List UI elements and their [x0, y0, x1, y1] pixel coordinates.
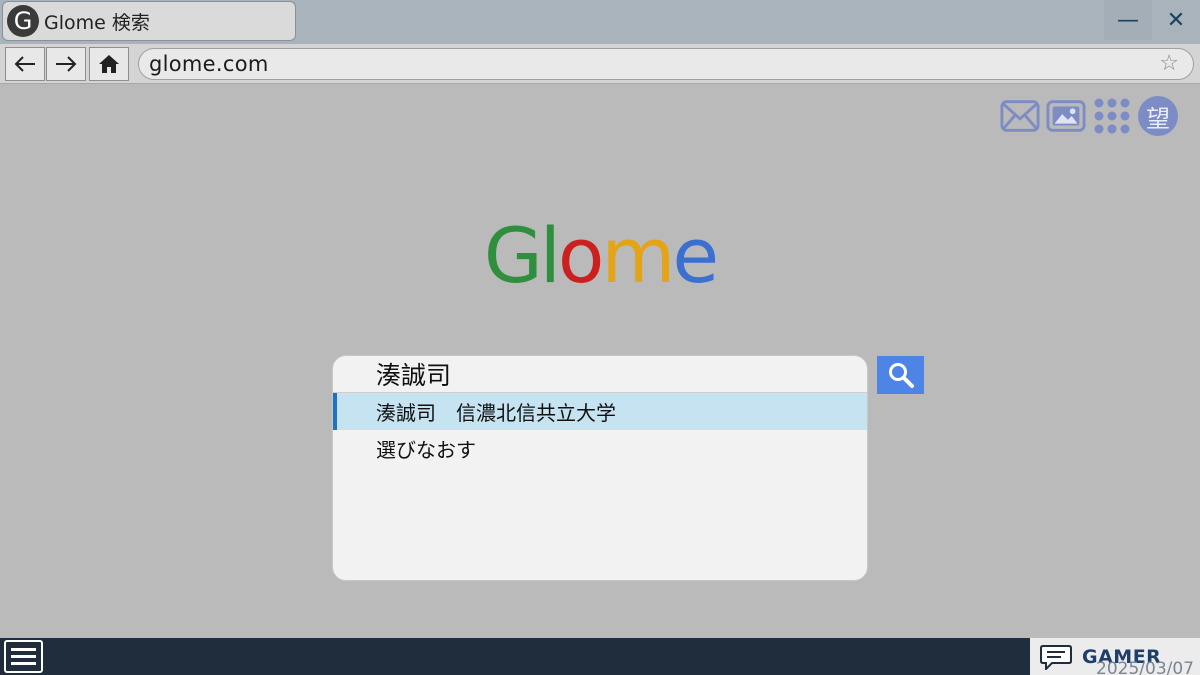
close-button[interactable]: ✕ [1152, 0, 1200, 40]
url-text: glome.com [149, 52, 269, 76]
system-tray: GAMER 2025/03/07 [1030, 638, 1200, 675]
taskbar: GAMER 2025/03/07 [0, 638, 1200, 675]
date-text: 2025/03/07 [1096, 659, 1194, 675]
arrow-left-icon [14, 56, 35, 72]
hamburger-line [11, 655, 36, 658]
browser-window: G Glome 検索 — ✕ glome.com ☆ 望 Glome 湊誠司 湊… [0, 0, 1200, 675]
hamburger-line [11, 648, 36, 651]
title-bar: G Glome 検索 — ✕ [0, 0, 1200, 44]
apps-grid-button[interactable] [1092, 98, 1132, 134]
window-controls: — ✕ [1104, 0, 1200, 40]
address-bar[interactable]: glome.com ☆ [138, 48, 1194, 80]
navigation-bar: glome.com ☆ [0, 44, 1200, 84]
logo-letter: e [672, 211, 719, 300]
tab-title: Glome 検索 [44, 11, 150, 34]
minimize-button[interactable]: — [1104, 0, 1152, 40]
chat-icon[interactable] [1040, 644, 1072, 670]
hamburger-line [11, 662, 36, 665]
logo-letter: l [539, 211, 561, 300]
search-panel: 湊誠司 湊誠司 信濃北信共立大学 選びなおす [332, 355, 868, 581]
logo-letter: o [557, 211, 604, 300]
glome-logo-icon: G [7, 5, 39, 37]
bookmark-star-icon[interactable]: ☆ [1159, 51, 1179, 76]
user-avatar[interactable]: 望 [1138, 96, 1178, 136]
logo-letter: m [601, 211, 675, 300]
apps-toolbar: 望 [1000, 96, 1178, 136]
home-button[interactable] [89, 47, 129, 81]
forward-button[interactable] [46, 47, 86, 81]
image-app[interactable] [1046, 98, 1086, 134]
grid-dots-icon [1094, 98, 1130, 134]
search-icon [888, 363, 914, 388]
browser-tab[interactable]: G Glome 検索 [2, 1, 296, 41]
search-button[interactable] [877, 356, 924, 394]
back-button[interactable] [5, 47, 45, 81]
mail-app[interactable] [1000, 98, 1040, 134]
logo-letter: G [483, 211, 543, 300]
menu-button[interactable] [4, 640, 43, 673]
arrow-right-icon [56, 56, 77, 72]
mail-icon [1000, 100, 1040, 132]
image-icon [1046, 100, 1086, 132]
search-input[interactable]: 湊誠司 [333, 356, 867, 393]
home-icon [99, 55, 119, 73]
glome-logo: Glome [0, 218, 1200, 294]
suggestion-item[interactable]: 湊誠司 信濃北信共立大学 [333, 393, 867, 430]
suggestion-item[interactable]: 選びなおす [333, 430, 867, 467]
